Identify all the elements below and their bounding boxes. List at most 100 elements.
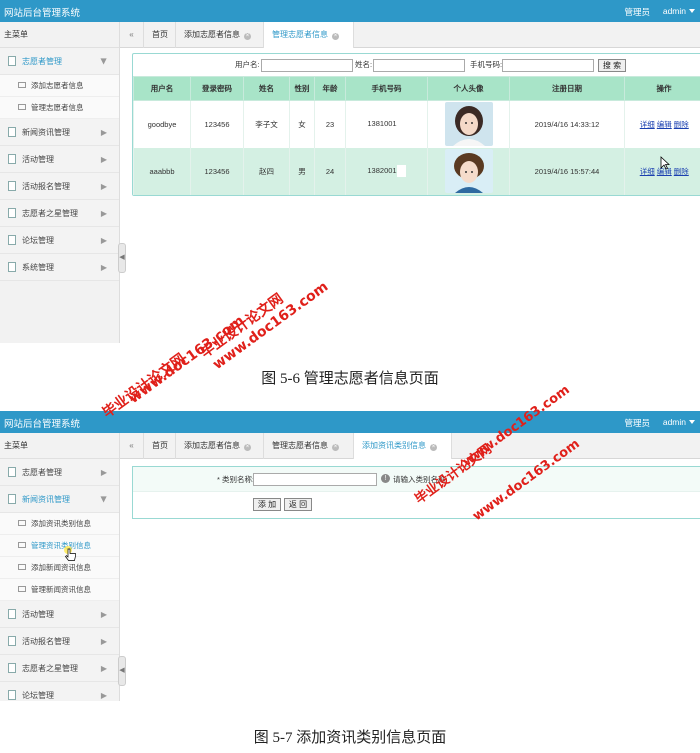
sidebar-item-news[interactable]: 新闻资讯管理 ▶ bbox=[0, 486, 119, 513]
sidebar-item-news[interactable]: 新闻资讯管理 ▶ bbox=[0, 119, 119, 146]
sidebar-item-forum[interactable]: 论坛管理 ▶ bbox=[0, 227, 119, 254]
sidebar-item-signup[interactable]: 活动报名管理 ▶ bbox=[0, 628, 119, 655]
sidebar-sub-label: 管理新闻资讯信息 bbox=[31, 585, 91, 594]
column-header: 姓名 bbox=[243, 76, 290, 101]
sidebar-item-star[interactable]: 志愿者之星管理 ▶ bbox=[0, 200, 119, 227]
phone-search-input[interactable] bbox=[502, 59, 594, 72]
sidebar-sub-add-category[interactable]: 添加资讯类别信息 bbox=[0, 513, 119, 535]
tab-add-volunteer[interactable]: 添加志愿者信息 × bbox=[176, 433, 264, 459]
delete-link[interactable]: 删除 bbox=[674, 167, 689, 176]
tab-label: 首页 bbox=[152, 441, 168, 450]
user-menu[interactable]: admin bbox=[663, 417, 695, 427]
sidebar-item-activity[interactable]: 活动管理 ▶ bbox=[0, 601, 119, 628]
delete-link[interactable]: 删除 bbox=[674, 120, 689, 129]
sidebar-item-label: 志愿者管理 bbox=[22, 468, 62, 477]
tab-bar: « 首页 添加志愿者信息 × 管理志愿者信息 × bbox=[120, 22, 700, 48]
chevron-icon: ▶ bbox=[100, 664, 107, 673]
folder-icon bbox=[18, 564, 26, 570]
document-icon bbox=[8, 181, 16, 191]
chevron-icon: ▶ bbox=[100, 637, 107, 646]
cell-password: 123456 bbox=[190, 100, 244, 148]
tab-label: 添加志愿者信息 bbox=[184, 441, 240, 450]
column-header: 性别 bbox=[289, 76, 315, 101]
folder-icon bbox=[18, 82, 26, 88]
sidebar-item-activity[interactable]: 活动管理 ▶ bbox=[0, 146, 119, 173]
edit-link[interactable]: 编辑 bbox=[657, 120, 672, 129]
sidebar-item-forum[interactable]: 论坛管理 ▶ bbox=[0, 682, 119, 701]
username-label: 用户名: bbox=[235, 60, 260, 69]
tab-home[interactable]: 首页 bbox=[144, 433, 176, 459]
tab-label: 管理志愿者信息 bbox=[272, 30, 328, 39]
sidebar-item-label: 志愿者管理 bbox=[22, 57, 62, 66]
name-search-input[interactable] bbox=[373, 59, 465, 72]
cell-age: 23 bbox=[314, 100, 346, 148]
close-icon[interactable]: × bbox=[244, 444, 251, 451]
category-name-input[interactable] bbox=[253, 473, 377, 486]
column-header: 用户名 bbox=[133, 76, 191, 101]
tab-label: 添加志愿者信息 bbox=[184, 30, 240, 39]
double-left-arrow-icon[interactable]: « bbox=[120, 433, 144, 459]
figure-caption-1: 图 5-6 管理志愿者信息页面 bbox=[261, 371, 439, 387]
tab-manage-volunteer[interactable]: 管理志愿者信息 × bbox=[264, 22, 354, 48]
role-label[interactable]: 管理员 bbox=[624, 6, 650, 18]
sidebar-item-volunteer[interactable]: 志愿者管理 ▶ bbox=[0, 459, 119, 486]
close-icon[interactable]: × bbox=[244, 33, 251, 40]
sidebar-item-label: 活动报名管理 bbox=[22, 182, 70, 191]
redaction-mask bbox=[396, 118, 406, 131]
document-icon bbox=[8, 467, 16, 477]
detail-link[interactable]: 详细 bbox=[640, 120, 655, 129]
cell-avatar bbox=[427, 100, 510, 148]
username-search-input[interactable] bbox=[261, 59, 353, 72]
sidebar-collapse-handle[interactable]: ◀ bbox=[118, 243, 126, 273]
detail-link[interactable]: 详细 bbox=[640, 167, 655, 176]
chevron-icon: ▶ bbox=[99, 496, 109, 503]
tab-manage-volunteer[interactable]: 管理志愿者信息 × bbox=[264, 433, 354, 459]
search-button[interactable]: 搜 索 bbox=[598, 59, 626, 72]
add-button[interactable]: 添 加 bbox=[253, 498, 281, 511]
chevron-icon: ▶ bbox=[100, 610, 107, 619]
sidebar-collapse-handle[interactable]: ◀ bbox=[118, 656, 126, 686]
sidebar: 主菜单 志愿者管理 ▶ 添加志愿者信息 管理志愿者信息 新闻资讯管理 ▶ 活动管理 ▶… bbox=[0, 22, 120, 343]
sidebar-sub-add-news[interactable]: 添加新闻资讯信息 bbox=[0, 557, 119, 579]
chevron-icon: ▶ bbox=[100, 155, 107, 164]
cell-gender: 男 bbox=[289, 147, 315, 195]
close-icon[interactable]: × bbox=[332, 33, 339, 40]
sidebar-item-volunteer[interactable]: 志愿者管理 ▶ bbox=[0, 48, 119, 75]
avatar bbox=[444, 149, 493, 193]
sidebar-item-label: 论坛管理 bbox=[22, 691, 54, 700]
tab-home[interactable]: 首页 bbox=[144, 22, 176, 48]
sidebar-sub-label: 添加新闻资讯信息 bbox=[31, 563, 91, 572]
role-label[interactable]: 管理员 bbox=[624, 417, 650, 429]
sidebar-heading: 主菜单 bbox=[0, 22, 119, 48]
cell-username: goodbye bbox=[133, 100, 191, 148]
tab-add-category[interactable]: 添加资讯类别信息 × bbox=[354, 433, 452, 459]
sidebar-item-label: 活动报名管理 bbox=[22, 637, 70, 646]
sidebar-sub-manage-news[interactable]: 管理新闻资讯信息 bbox=[0, 579, 119, 601]
cell-age: 24 bbox=[314, 147, 346, 195]
screenshot-add-news-category: 网站后台管理系统 管理员 admin 主菜单 志愿者管理 ▶ 新闻资讯管理 ▶ 添加… bbox=[0, 411, 700, 701]
sidebar-sub-manage-category[interactable]: 管理资讯类别信息 bbox=[0, 535, 119, 557]
folder-icon bbox=[18, 104, 26, 110]
double-left-arrow-icon[interactable]: « bbox=[120, 22, 144, 48]
app-title: 网站后台管理系统 bbox=[4, 419, 81, 430]
info-icon: ! bbox=[381, 474, 390, 483]
volunteer-list-panel: 用户名: 姓名: 手机号码: 搜 索 用户名 登录密码 姓名 性别 年龄 手机号… bbox=[132, 53, 700, 196]
sidebar-item-star[interactable]: 志愿者之星管理 ▶ bbox=[0, 655, 119, 682]
sidebar-item-system[interactable]: 系统管理 ▶ bbox=[0, 254, 119, 281]
column-header: 注册日期 bbox=[509, 76, 625, 101]
sidebar-item-label: 论坛管理 bbox=[22, 236, 54, 245]
tab-add-volunteer[interactable]: 添加志愿者信息 × bbox=[176, 22, 264, 48]
phone-label: 手机号码: bbox=[470, 60, 503, 69]
sidebar-sub-add-volunteer[interactable]: 添加志愿者信息 bbox=[0, 75, 119, 97]
chevron-icon: ▶ bbox=[100, 182, 107, 191]
document-icon bbox=[8, 56, 16, 66]
sidebar-item-label: 活动管理 bbox=[22, 155, 54, 164]
sidebar-sub-manage-volunteer[interactable]: 管理志愿者信息 bbox=[0, 97, 119, 119]
close-icon[interactable]: × bbox=[430, 444, 437, 451]
close-icon[interactable]: × bbox=[332, 444, 339, 451]
document-icon bbox=[8, 663, 16, 673]
back-button[interactable]: 返 回 bbox=[284, 498, 312, 511]
chevron-icon: ▶ bbox=[100, 236, 107, 245]
sidebar-item-signup[interactable]: 活动报名管理 ▶ bbox=[0, 173, 119, 200]
user-menu[interactable]: admin bbox=[663, 6, 695, 16]
